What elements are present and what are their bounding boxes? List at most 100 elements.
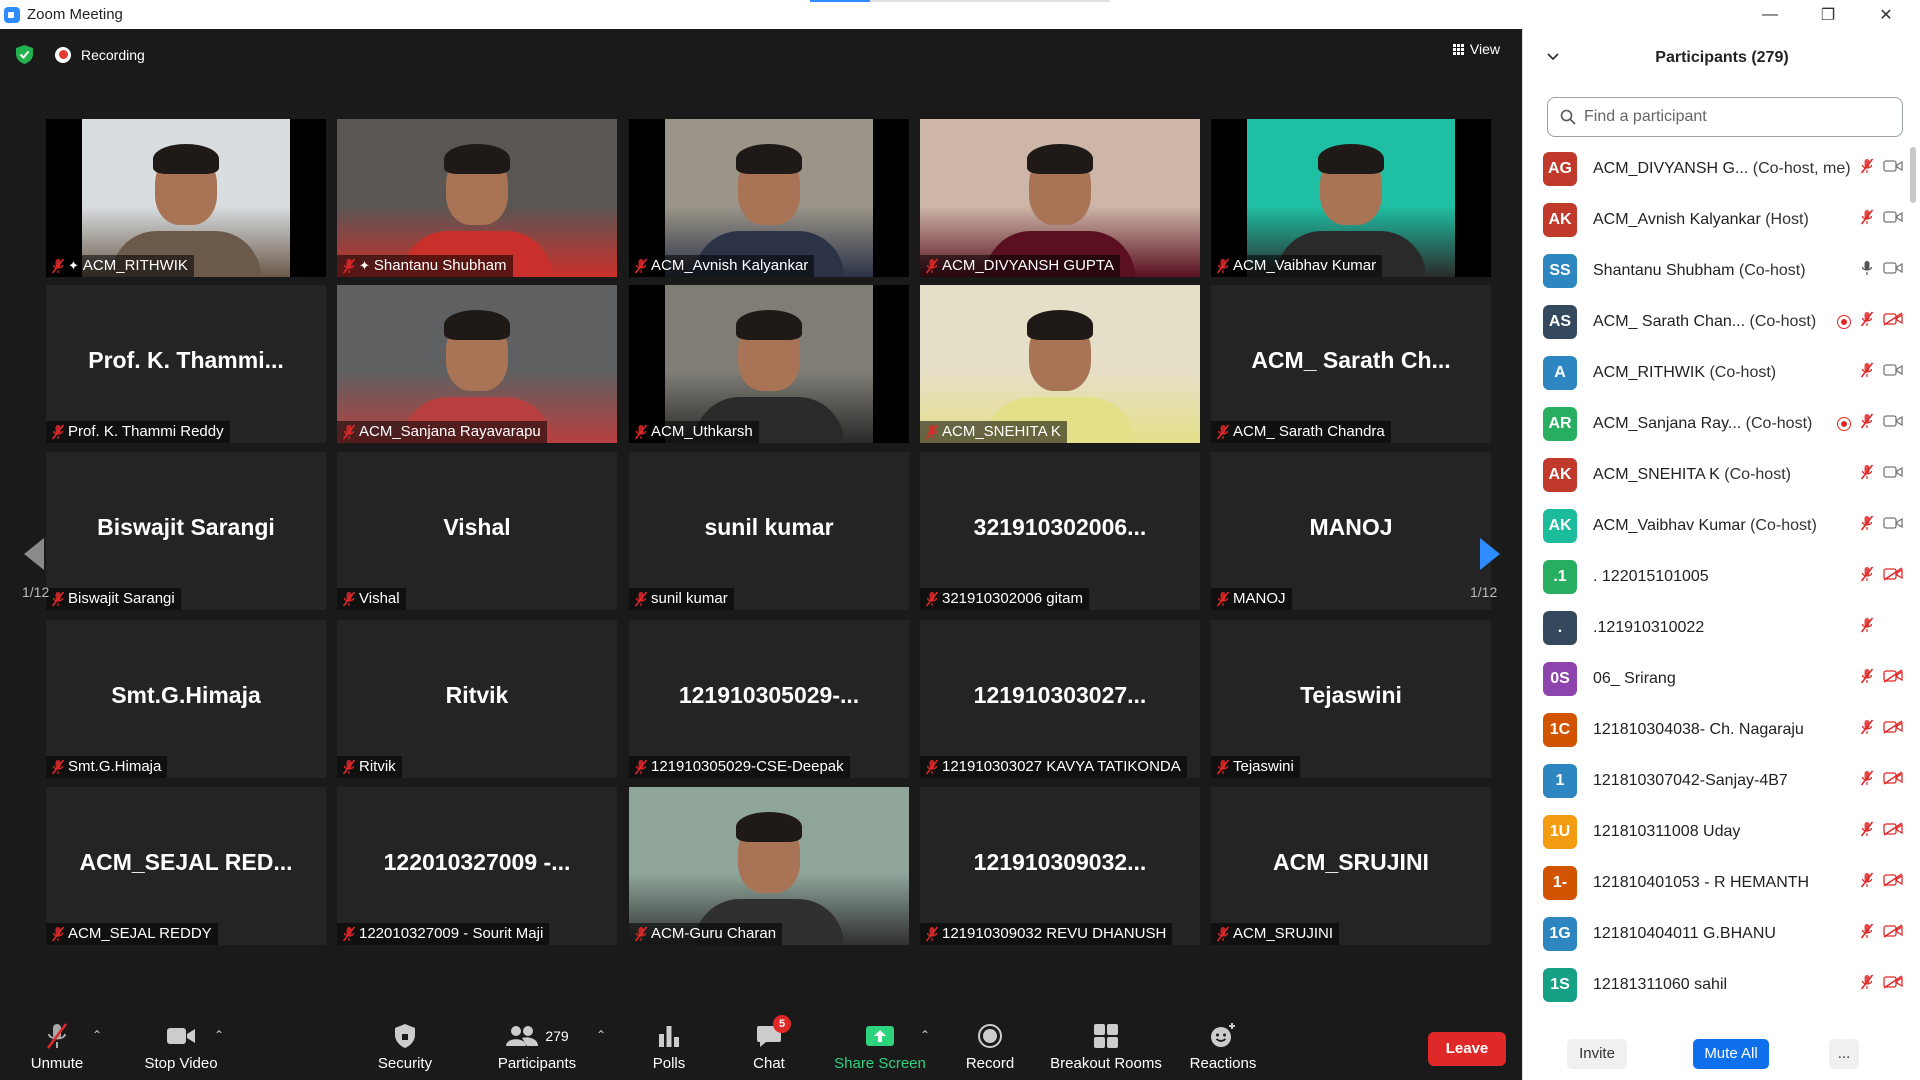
video-off-icon[interactable]: [1883, 822, 1903, 841]
participant-list-item[interactable]: . .121910310022: [1523, 602, 1911, 653]
participant-list-item[interactable]: AK ACM_SNEHITA K (Co-host): [1523, 449, 1911, 500]
video-off-icon[interactable]: [1883, 975, 1903, 994]
video-camera-icon[interactable]: [1883, 159, 1903, 178]
mute-all-button[interactable]: Mute All: [1693, 1039, 1769, 1069]
muted-mic-icon[interactable]: [1860, 158, 1874, 179]
participant-video-tile[interactable]: ACM_ Sarath Ch... ACM_ Sarath Chandra: [1211, 285, 1491, 443]
participant-video-tile[interactable]: 321910302006... 321910302006 gitam: [920, 452, 1200, 610]
muted-mic-icon[interactable]: [1860, 311, 1874, 332]
participant-video-tile[interactable]: Tejaswini Tejaswini: [1211, 620, 1491, 778]
muted-mic-icon[interactable]: [1860, 617, 1874, 638]
video-options-caret-icon[interactable]: ⌃: [214, 1028, 224, 1042]
participant-list-item[interactable]: AK ACM_Vaibhav Kumar (Co-host): [1523, 500, 1911, 551]
participant-video-tile[interactable]: ACM_SRUJINI ACM_SRUJINI: [1211, 787, 1491, 945]
participant-list-item[interactable]: 1U 121810311008 Uday: [1523, 806, 1911, 857]
reactions-button[interactable]: Reactions: [1188, 1012, 1258, 1080]
muted-mic-icon[interactable]: [1860, 974, 1874, 995]
participant-list-scrollbar[interactable]: [1910, 147, 1916, 203]
participant-video-tile[interactable]: ACM_Uthkarsh: [629, 285, 909, 443]
previous-page-arrow-icon[interactable]: [20, 534, 50, 574]
next-page-arrow-icon[interactable]: [1474, 534, 1504, 574]
video-off-icon[interactable]: [1883, 312, 1903, 331]
video-camera-icon[interactable]: [1883, 261, 1903, 280]
participant-list-item[interactable]: 1- 121810401053 - R HEMANTH: [1523, 857, 1911, 908]
video-off-icon[interactable]: [1883, 771, 1903, 790]
participants-button[interactable]: 279 Participants: [490, 1012, 584, 1080]
video-camera-icon[interactable]: [1883, 516, 1903, 535]
record-button[interactable]: Record: [960, 1012, 1020, 1080]
participant-video-tile[interactable]: ACM_SNEHITA K: [920, 285, 1200, 443]
participant-video-tile[interactable]: ACM_DIVYANSH GUPTA: [920, 119, 1200, 277]
participant-video-tile[interactable]: ACM_Sanjana Rayavarapu: [337, 285, 617, 443]
participant-video-tile[interactable]: Smt.G.Himaja Smt.G.Himaja: [46, 620, 326, 778]
maximize-button[interactable]: ❐: [1800, 0, 1856, 29]
view-button[interactable]: View: [1452, 41, 1500, 57]
muted-mic-icon[interactable]: [1860, 719, 1874, 740]
participant-list-item[interactable]: AG ACM_DIVYANSH G... (Co-host, me): [1523, 143, 1911, 194]
participant-video-tile[interactable]: Biswajit Sarangi Biswajit Sarangi: [46, 452, 326, 610]
video-camera-icon[interactable]: [1883, 414, 1903, 433]
muted-mic-icon[interactable]: [1860, 872, 1874, 893]
search-input[interactable]: [1584, 108, 1884, 126]
participant-list-item[interactable]: 1 121810307042-Sanjay-4B7: [1523, 755, 1911, 806]
participants-caret-icon[interactable]: ⌃: [596, 1028, 606, 1042]
participant-video-tile[interactable]: ✦ ACM_RITHWIK: [46, 119, 326, 277]
participant-list-item[interactable]: AS ACM_ Sarath Chan... (Co-host): [1523, 296, 1911, 347]
muted-mic-icon[interactable]: [1860, 566, 1874, 587]
muted-mic-icon[interactable]: [1860, 362, 1874, 383]
participant-video-tile[interactable]: sunil kumar sunil kumar: [629, 452, 909, 610]
chat-button[interactable]: 5 Chat: [744, 1012, 794, 1080]
participant-list-item[interactable]: SS Shantanu Shubham (Co-host): [1523, 245, 1911, 296]
encryption-shield-icon[interactable]: [16, 45, 33, 64]
participant-list-item[interactable]: AR ACM_Sanjana Ray... (Co-host): [1523, 398, 1911, 449]
participant-list-item[interactable]: 1C 121810304038- Ch. Nagaraju: [1523, 704, 1911, 755]
breakout-rooms-button[interactable]: Breakout Rooms: [1048, 1012, 1164, 1080]
muted-mic-icon[interactable]: [1860, 821, 1874, 842]
recording-icon[interactable]: [55, 46, 71, 63]
participant-video-tile[interactable]: 121910303027... 121910303027 KAVYA TATIKO…: [920, 620, 1200, 778]
video-off-icon[interactable]: [1883, 720, 1903, 739]
video-camera-icon[interactable]: [1883, 363, 1903, 382]
video-off-icon[interactable]: [1883, 873, 1903, 892]
microphone-icon[interactable]: [1861, 260, 1873, 281]
participant-video-tile[interactable]: Prof. K. Thammi... Prof. K. Thammi Reddy: [46, 285, 326, 443]
participant-video-tile[interactable]: ACM_Vaibhav Kumar: [1211, 119, 1491, 277]
share-options-caret-icon[interactable]: ⌃: [920, 1028, 930, 1042]
participant-video-tile[interactable]: Ritvik Ritvik: [337, 620, 617, 778]
muted-mic-icon[interactable]: [1860, 923, 1874, 944]
participant-video-tile[interactable]: ✦ Shantanu Shubham: [337, 119, 617, 277]
muted-mic-icon[interactable]: [1860, 770, 1874, 791]
participant-search-box[interactable]: [1547, 97, 1903, 137]
audio-options-caret-icon[interactable]: ⌃: [92, 1028, 102, 1042]
share-screen-button[interactable]: Share Screen: [830, 1012, 930, 1080]
participant-video-tile[interactable]: ACM_SEJAL RED... ACM_SEJAL REDDY: [46, 787, 326, 945]
video-off-icon[interactable]: [1883, 619, 1903, 637]
video-camera-icon[interactable]: [1883, 210, 1903, 229]
participant-video-tile[interactable]: 121910309032... 121910309032 REVU DHANUSH: [920, 787, 1200, 945]
video-off-icon[interactable]: [1883, 567, 1903, 586]
unmute-button[interactable]: Unmute: [26, 1012, 88, 1080]
muted-mic-icon[interactable]: [1860, 515, 1874, 536]
security-button[interactable]: Security: [374, 1012, 436, 1080]
stop-video-button[interactable]: Stop Video: [136, 1012, 226, 1080]
participant-list-item[interactable]: A ACM_RITHWIK (Co-host): [1523, 347, 1911, 398]
muted-mic-icon[interactable]: [1860, 413, 1874, 434]
video-off-icon[interactable]: [1883, 669, 1903, 688]
close-button[interactable]: ✕: [1858, 0, 1914, 29]
polls-button[interactable]: Polls: [644, 1012, 694, 1080]
leave-button[interactable]: Leave: [1428, 1032, 1506, 1066]
participant-video-tile[interactable]: 122010327009 -... 122010327009 - Sourit M…: [337, 787, 617, 945]
video-camera-icon[interactable]: [1883, 465, 1903, 484]
muted-mic-icon[interactable]: [1860, 464, 1874, 485]
participant-video-tile[interactable]: Vishal Vishal: [337, 452, 617, 610]
participant-list-item[interactable]: 1S 12181311060 sahil: [1523, 959, 1911, 1010]
participant-video-tile[interactable]: MANOJ MANOJ: [1211, 452, 1491, 610]
participant-video-tile[interactable]: ACM-Guru Charan: [629, 787, 909, 945]
muted-mic-icon[interactable]: [1860, 668, 1874, 689]
participant-list-item[interactable]: AK ACM_Avnish Kalyankar (Host): [1523, 194, 1911, 245]
video-off-icon[interactable]: [1883, 924, 1903, 943]
more-options-button[interactable]: ...: [1829, 1039, 1859, 1069]
invite-button[interactable]: Invite: [1567, 1039, 1627, 1069]
participant-list-item[interactable]: 0S 06_ Srirang: [1523, 653, 1911, 704]
participant-video-tile[interactable]: 121910305029-... 121910305029-CSE-Deepak: [629, 620, 909, 778]
